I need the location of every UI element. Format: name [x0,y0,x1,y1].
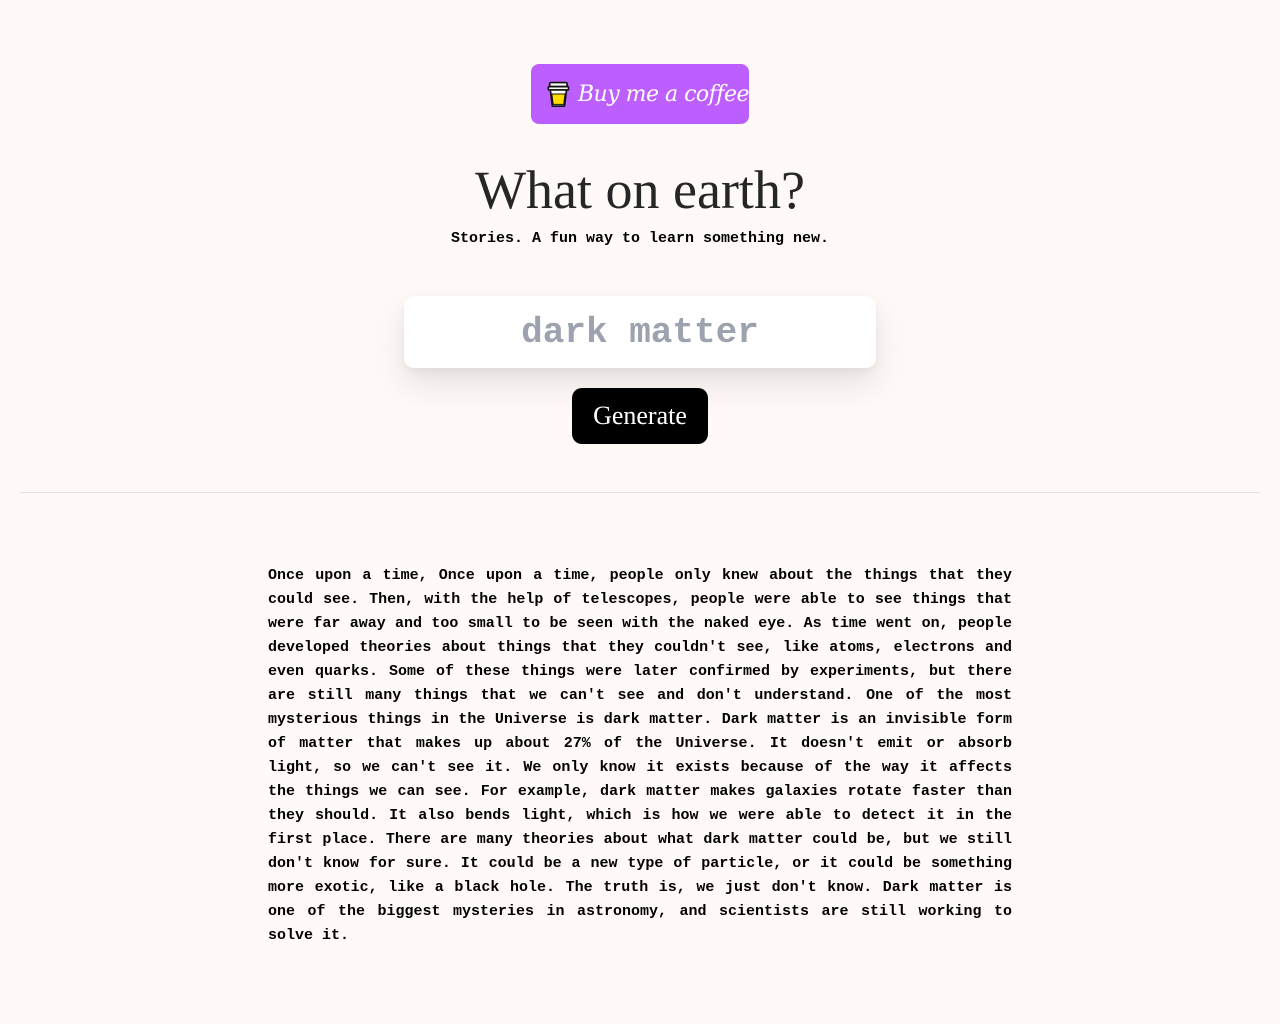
section-divider [20,492,1260,493]
buy-me-a-coffee-label: Buy me a coffee [577,81,750,107]
coffee-cup-icon [547,81,570,107]
topic-input-container [404,296,876,368]
page-subtitle: Stories. A fun way to learn something ne… [450,230,830,247]
generate-button[interactable]: Generate [572,388,708,444]
story-text: Once upon a time, Once upon a time, peop… [268,567,1012,944]
topic-input[interactable] [418,310,862,354]
page-title: What on earth? [475,160,805,220]
buy-me-a-coffee-button[interactable]: Buy me a coffee [531,64,750,124]
